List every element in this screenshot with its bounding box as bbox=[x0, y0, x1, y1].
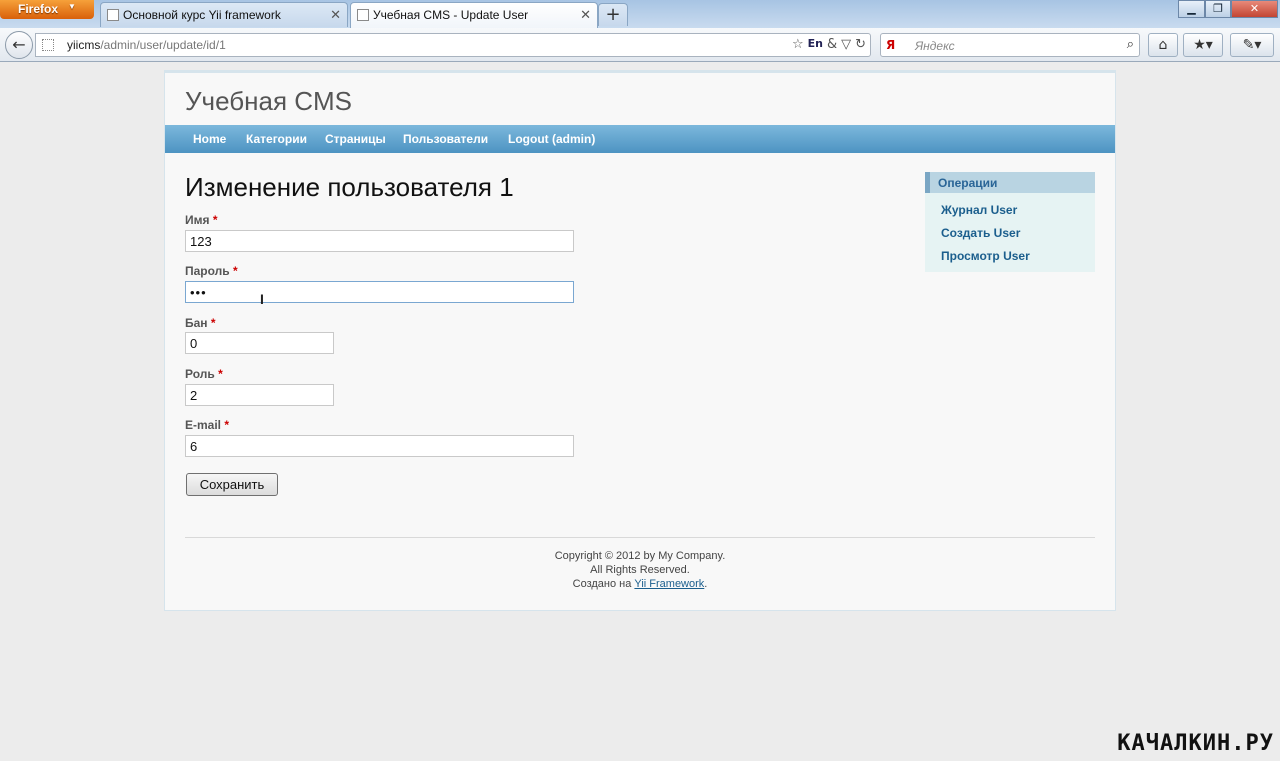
tab-title: Основной курс Yii framework bbox=[123, 8, 281, 22]
footer-powered-by: Создано на Yii Framework. bbox=[165, 578, 1115, 590]
yii-framework-link[interactable]: Yii Framework bbox=[634, 578, 704, 590]
site-identity-icon[interactable] bbox=[42, 39, 54, 51]
page-favicon-icon bbox=[357, 9, 369, 21]
required-mark: * bbox=[212, 213, 218, 227]
label-text: Бан bbox=[185, 316, 208, 330]
bookmarks-button[interactable]: ★▾ bbox=[1183, 33, 1223, 57]
close-tab-icon[interactable]: ✕ bbox=[580, 7, 591, 23]
address-bar-icons: ☆ En & ▽ ↻ bbox=[792, 37, 866, 52]
required-mark: * bbox=[233, 264, 238, 278]
text-cursor-icon: I bbox=[260, 291, 264, 307]
label-text: Имя bbox=[185, 213, 210, 227]
ban-input[interactable]: 0 bbox=[185, 332, 334, 354]
page-favicon-icon bbox=[107, 9, 119, 21]
operations-sidebar: Операции Журнал User Создать User Просмо… bbox=[925, 172, 1095, 272]
keyboard-lang-indicator: En bbox=[807, 37, 823, 50]
label-text: E-mail bbox=[185, 418, 222, 432]
home-icon: ⌂ bbox=[1158, 37, 1168, 53]
minimize-icon[interactable]: ▁ bbox=[1178, 0, 1205, 18]
dropdown-arrow-icon[interactable]: ▽ bbox=[841, 37, 851, 52]
email-input[interactable]: 6 bbox=[185, 435, 574, 457]
save-button[interactable]: Сохранить bbox=[186, 473, 278, 496]
home-button[interactable]: ⌂ bbox=[1148, 33, 1178, 57]
arrow-left-icon: ← bbox=[12, 35, 26, 54]
bookmark-star-icon[interactable]: ☆ bbox=[792, 37, 804, 52]
field-label-password: Пароль * bbox=[185, 264, 238, 278]
tools-button[interactable]: ✎▾ bbox=[1230, 33, 1274, 57]
reload-icon[interactable]: ↻ bbox=[855, 37, 866, 52]
menu-item-users[interactable]: Пользователи bbox=[403, 132, 488, 146]
field-label-role: Роль * bbox=[185, 367, 223, 381]
ampersand-icon[interactable]: & bbox=[827, 37, 837, 52]
field-label-ban: Бан * bbox=[185, 316, 216, 330]
tab-title: Учебная CMS - Update User bbox=[373, 8, 529, 22]
required-mark: * bbox=[218, 367, 223, 381]
label-text: Роль bbox=[185, 367, 215, 381]
main-menu: Home Категории Страницы Пользователи Log… bbox=[165, 125, 1115, 153]
maximize-icon[interactable]: ❐ bbox=[1205, 0, 1231, 18]
password-input[interactable]: ••• bbox=[185, 281, 574, 303]
page-title: Изменение пользователя 1 bbox=[185, 172, 514, 202]
required-mark: * bbox=[210, 316, 216, 330]
footer-powered-suffix: . bbox=[704, 578, 708, 590]
field-label-name: Имя * bbox=[185, 213, 218, 227]
chevron-down-icon: ▼ bbox=[68, 2, 76, 11]
sidebar-link-user-log[interactable]: Журнал User bbox=[941, 203, 1017, 217]
new-tab-button[interactable]: + bbox=[598, 3, 628, 26]
required-mark: * bbox=[224, 418, 230, 432]
sidebar-title: Операции bbox=[925, 172, 1095, 193]
address-bar[interactable]: yiicms/admin/user/update/id/1 ☆ En & ▽ ↻ bbox=[35, 33, 871, 57]
sidebar-link-create-user[interactable]: Создать User bbox=[941, 226, 1020, 240]
window-controls: ▁ ❐ ✕ bbox=[1178, 0, 1280, 18]
browser-tab-update-user[interactable]: Учебная CMS - Update User ✕ bbox=[350, 2, 598, 28]
menu-item-pages[interactable]: Страницы bbox=[325, 132, 386, 146]
site-logo: Учебная CMS bbox=[185, 86, 353, 116]
label-text: Пароль bbox=[185, 264, 230, 278]
footer-divider bbox=[185, 537, 1095, 538]
menu-item-logout[interactable]: Logout (admin) bbox=[508, 132, 595, 146]
back-button[interactable]: ← bbox=[5, 31, 33, 59]
firefox-menu-label: Firefox bbox=[18, 2, 59, 16]
field-label-email: E-mail * bbox=[185, 418, 229, 432]
sidebar-link-view-user[interactable]: Просмотр User bbox=[941, 249, 1030, 263]
search-box[interactable]: Я Яндекс ⌕ bbox=[880, 33, 1140, 57]
role-input[interactable]: 2 bbox=[185, 384, 334, 406]
yandex-engine-icon[interactable]: Я bbox=[886, 38, 895, 52]
search-icon[interactable]: ⌕ bbox=[1127, 37, 1134, 52]
tools-icon: ✎▾ bbox=[1242, 37, 1262, 53]
search-input[interactable]: Яндекс bbox=[915, 39, 955, 53]
bookmarks-icon: ★▾ bbox=[1193, 37, 1213, 53]
firefox-menu-button[interactable]: Firefox ▼ bbox=[0, 0, 94, 19]
footer-powered-prefix: Создано на bbox=[572, 578, 635, 590]
browser-nav-bar: ← yiicms/admin/user/update/id/1 ☆ En & ▽… bbox=[0, 28, 1280, 62]
url-path: /admin/user/update/id/1 bbox=[100, 38, 226, 52]
browser-tab-yii-course[interactable]: Основной курс Yii framework ✕ bbox=[100, 2, 348, 27]
browser-tab-bar: Firefox ▼ Основной курс Yii framework ✕ … bbox=[0, 0, 1280, 28]
menu-item-categories[interactable]: Категории bbox=[246, 132, 307, 146]
name-input[interactable]: 123 bbox=[185, 230, 574, 252]
watermark: КАЧАЛКИН.РУ bbox=[1117, 731, 1274, 756]
footer-rights: All Rights Reserved. bbox=[590, 564, 690, 576]
close-tab-icon[interactable]: ✕ bbox=[330, 7, 341, 23]
menu-item-home[interactable]: Home bbox=[193, 132, 226, 146]
footer-copyright: Copyright © 2012 by My Company. bbox=[554, 550, 726, 562]
url-host: yiicms bbox=[67, 38, 101, 52]
close-window-icon[interactable]: ✕ bbox=[1231, 0, 1278, 18]
url-text: yiicms/admin/user/update/id/1 bbox=[67, 38, 226, 52]
page-container: Учебная CMS Home Категории Страницы Поль… bbox=[164, 70, 1116, 611]
